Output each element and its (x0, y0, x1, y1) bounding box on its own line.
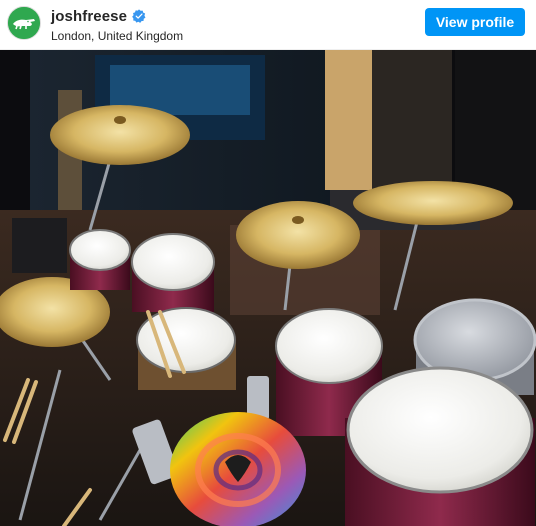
crash-cymbal-center (236, 201, 360, 269)
instagram-embed-card: joshfreese London, United Kingdom View p… (0, 0, 536, 526)
crash-cymbal-right (353, 181, 513, 225)
ride-cymbal (50, 105, 190, 165)
location-link[interactable]: London, United Kingdom (51, 29, 183, 43)
drum-kit-photo (0, 50, 536, 526)
post-header: joshfreese London, United Kingdom View p… (0, 0, 536, 50)
view-profile-button[interactable]: View profile (425, 8, 525, 36)
username[interactable]: joshfreese (51, 8, 127, 25)
post-photo[interactable] (0, 50, 536, 526)
username-row: joshfreese (51, 7, 183, 25)
verified-badge-icon (132, 9, 146, 23)
user-info: joshfreese London, United Kingdom (51, 7, 183, 44)
profile-avatar[interactable] (7, 6, 41, 40)
alligator-logo-icon (8, 7, 40, 39)
